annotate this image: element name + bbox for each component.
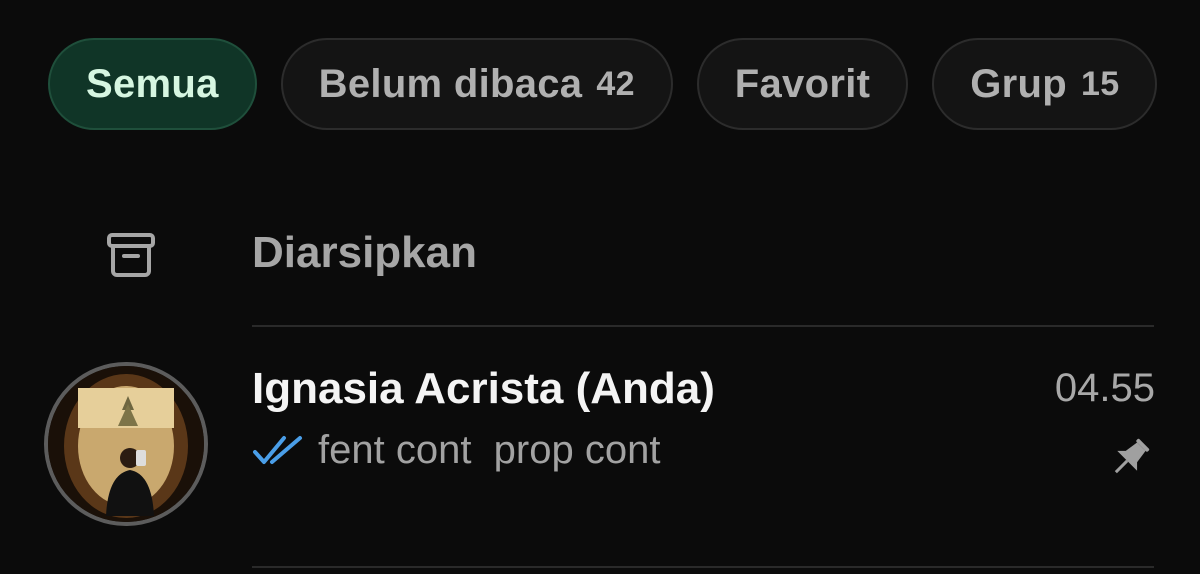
chat-list-item[interactable]: Ignasia Acrista (Anda) 04.55 fent cont p…	[0, 350, 1200, 550]
double-check-icon	[253, 435, 302, 464]
filter-chip-label: Grup	[970, 61, 1067, 106]
filter-chip-semua[interactable]: Semua	[48, 38, 257, 130]
filter-chips: Semua Belum dibaca 42 Favorit Grup 15	[48, 38, 1158, 130]
archived-label: Diarsipkan	[252, 228, 477, 277]
message-preview: fent cont prop cont	[252, 428, 660, 473]
filter-chip-count: 15	[1081, 64, 1120, 103]
divider	[252, 566, 1154, 568]
archive-icon	[107, 233, 155, 277]
filter-chip-grup[interactable]: Grup 15	[932, 38, 1158, 130]
message-preview-text: fent cont prop cont	[318, 428, 661, 472]
filter-chip-count: 42	[596, 64, 635, 103]
filter-chip-label: Belum dibaca	[318, 61, 583, 106]
avatar-photo	[48, 366, 204, 522]
avatar[interactable]	[44, 362, 208, 526]
filter-chip-belum-dibaca[interactable]: Belum dibaca 42	[280, 38, 673, 130]
filter-chip-label: Favorit	[734, 61, 871, 106]
chat-time: 04.55	[1054, 366, 1155, 410]
chat-name: Ignasia Acrista (Anda)	[252, 364, 715, 413]
archived-row[interactable]: Diarsipkan	[0, 210, 1200, 300]
divider	[252, 325, 1154, 327]
filter-chip-favorit[interactable]: Favorit	[696, 38, 909, 130]
filter-chip-label: Semua	[86, 61, 219, 106]
pin-icon	[1114, 438, 1150, 474]
